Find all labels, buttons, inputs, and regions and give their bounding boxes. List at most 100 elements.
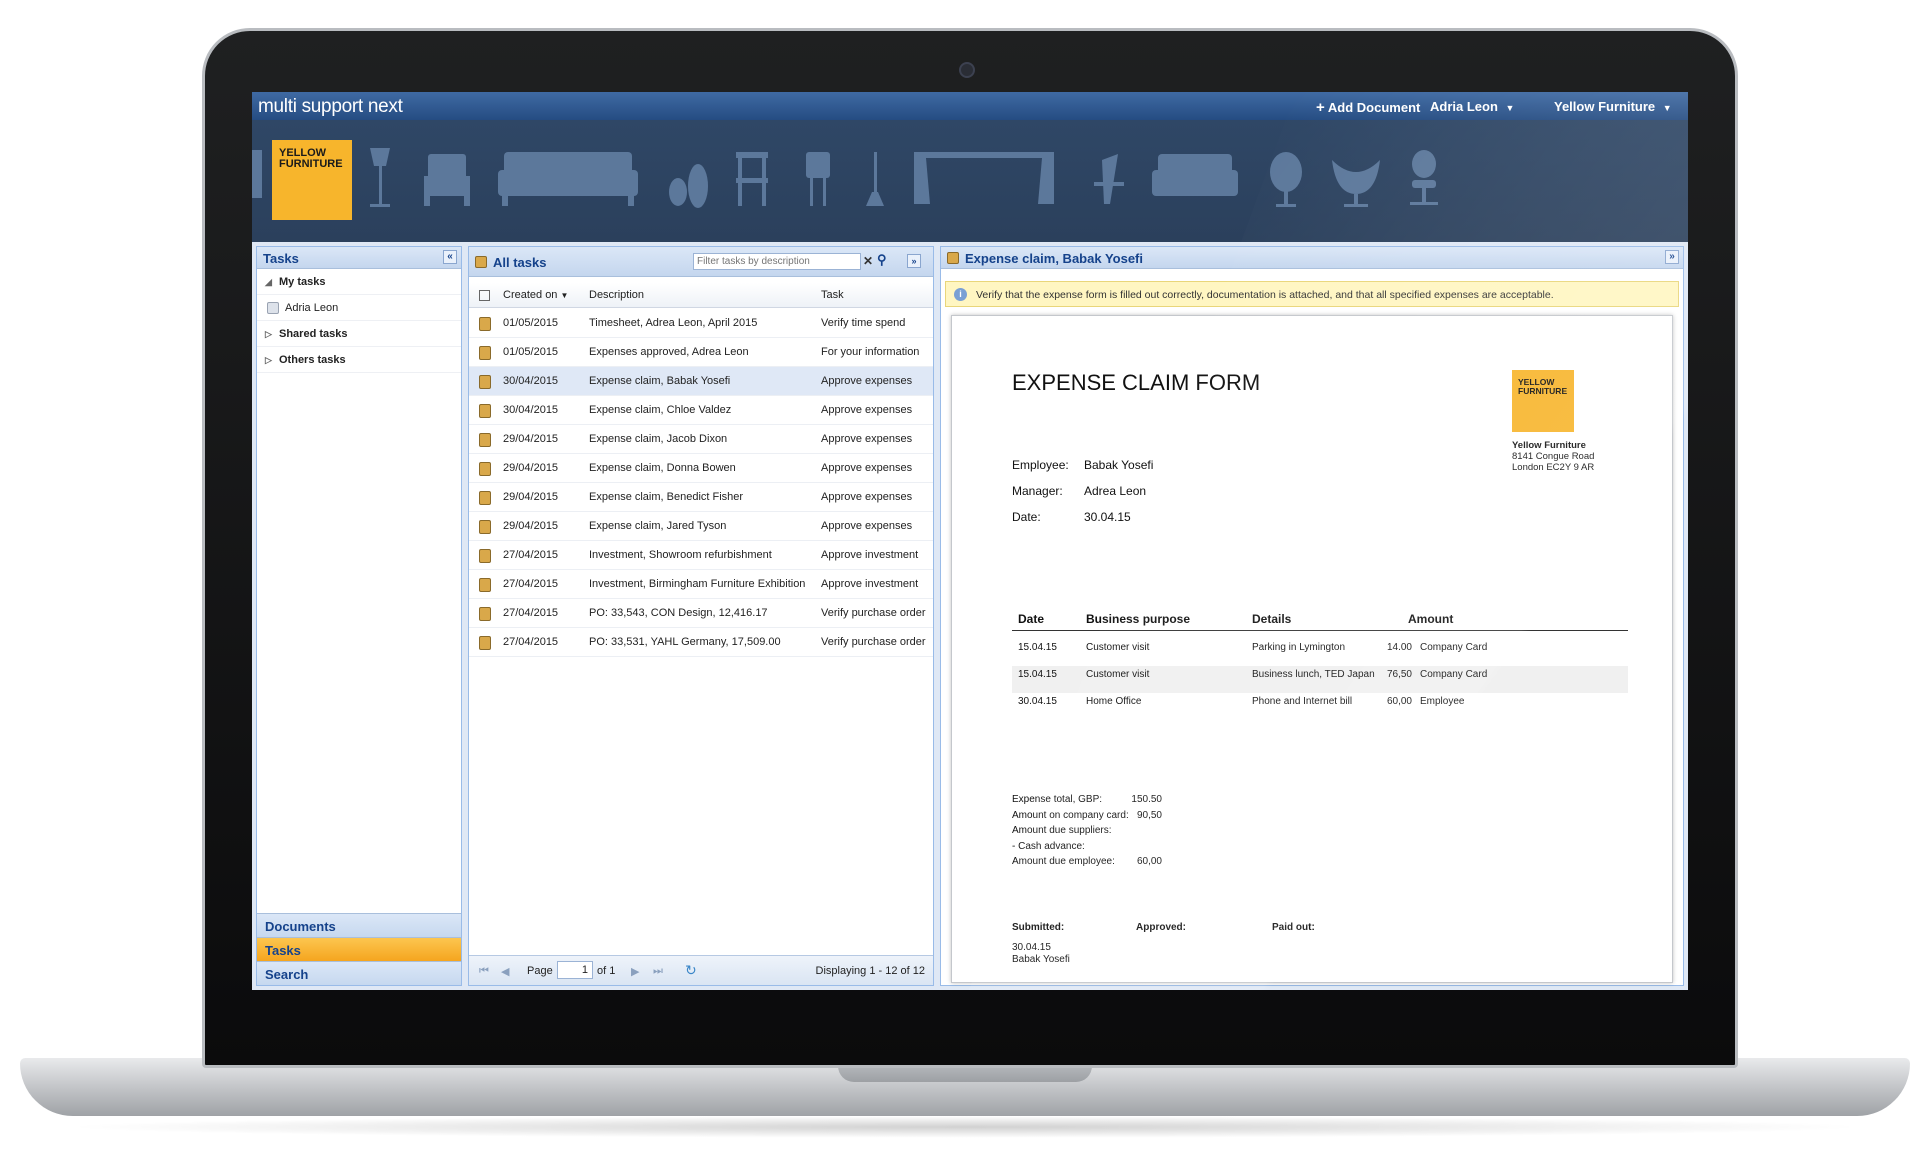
task-date: 29/04/2015 (503, 491, 559, 503)
company-menu[interactable]: Yellow Furniture ▼ (1554, 99, 1672, 114)
task-type: Approve investment (821, 578, 919, 590)
user-menu[interactable]: Adria Leon ▼ (1430, 99, 1514, 114)
add-document-button[interactable]: + Add Document (1316, 99, 1420, 116)
task-date: 29/04/2015 (503, 462, 559, 474)
task-type: Verify purchase order (821, 607, 926, 619)
task-row[interactable]: 27/04/2015 Investment, Showroom refurbish… (469, 541, 933, 570)
company-address-1: 8141 Congue Road (1512, 451, 1595, 462)
expense-details: Business lunch, TED Japan (1252, 669, 1375, 680)
task-document-icon (479, 636, 491, 650)
task-row[interactable]: 27/04/2015 PO: 33,543, CON Design, 12,416… (469, 599, 933, 628)
approved-label: Approved: (1136, 922, 1186, 933)
search-icon[interactable]: ⚲ (877, 252, 887, 268)
task-row[interactable]: 30/04/2015 Expense claim, Babak Yosefi App… (469, 367, 933, 396)
task-row[interactable]: 27/04/2015 PO: 33,531, YAHL Germany, 17,5… (469, 628, 933, 657)
task-date: 27/04/2015 (503, 607, 559, 619)
column-created-on[interactable]: Created on ▼ (503, 289, 568, 301)
next-page-icon[interactable]: ▶ (631, 965, 639, 978)
manager-label: Manager: (1012, 484, 1063, 498)
task-document-icon (479, 491, 491, 505)
task-date: 27/04/2015 (503, 636, 559, 648)
chevron-down-icon: ▼ (1505, 103, 1515, 113)
task-document-icon (479, 317, 491, 331)
page-label: Page (527, 965, 553, 977)
collapse-detail-icon[interactable]: » (1665, 250, 1679, 264)
task-document-icon (479, 549, 491, 563)
task-row[interactable]: 01/05/2015 Timesheet, Adrea Leon, April 2… (469, 309, 933, 338)
task-description: Expense claim, Benedict Fisher (589, 491, 744, 503)
accordion-documents[interactable]: Documents (257, 913, 461, 937)
user-task-icon (267, 302, 279, 314)
task-list-panel: All tasks ✕ ⚲ » Created on ▼ Description… (468, 246, 934, 986)
expense-details: Phone and Internet bill (1252, 696, 1353, 707)
expanded-arrow-icon: ◢ (265, 277, 272, 287)
task-row[interactable]: 01/05/2015 Expenses approved, Adrea Leon F… (469, 338, 933, 367)
expand-options-icon[interactable]: » (907, 254, 921, 268)
task-type: Approve expenses (821, 491, 913, 503)
top-bar: multi support next + Add Document Adria … (252, 92, 1688, 120)
expense-purpose: Home Office (1086, 696, 1142, 707)
collapse-panel-icon[interactable]: « (443, 250, 457, 264)
tree-item-adria-leon[interactable]: Adria Leon (257, 295, 461, 321)
tree-item-shared-tasks[interactable]: ▷ Shared tasks (257, 321, 461, 347)
column-task[interactable]: Task (821, 289, 844, 301)
task-row[interactable]: 29/04/2015 Expense claim, Donna Bowen Appr… (469, 454, 933, 483)
total-label: - Cash advance: (1012, 840, 1085, 852)
task-row[interactable]: 29/04/2015 Expense claim, Benedict Fisher… (469, 483, 933, 512)
notice-text: Verify that the expense form is filled o… (976, 289, 1554, 301)
submitted-date: 30.04.15 (1012, 942, 1051, 953)
task-row[interactable]: 29/04/2015 Expense claim, Jared Tyson Appr… (469, 512, 933, 541)
company-logo-line2: FURNITURE (1518, 386, 1568, 396)
submitted-by: Babak Yosefi (1012, 954, 1070, 965)
employee-label: Employee: (1012, 458, 1069, 472)
date-label: Date: (1012, 510, 1041, 524)
task-list-header: All tasks ✕ ⚲ » (469, 247, 933, 277)
task-date: 01/05/2015 (503, 346, 559, 358)
task-type: Approve expenses (821, 404, 913, 416)
refresh-icon[interactable]: ↻ (685, 962, 697, 979)
task-type: Approve expenses (821, 375, 913, 387)
page-number-input[interactable]: 1 (557, 961, 593, 979)
task-date: 30/04/2015 (503, 375, 559, 387)
expense-date: 30.04.15 (1018, 696, 1057, 707)
task-description: Expenses approved, Adrea Leon (589, 346, 749, 358)
expense-purpose: Customer visit (1086, 669, 1150, 680)
task-description: PO: 33,543, CON Design, 12,416.17 (589, 607, 768, 619)
last-page-icon[interactable]: ⏭ (653, 965, 663, 978)
first-page-icon[interactable]: ⏮ (479, 965, 489, 978)
prev-page-icon[interactable]: ◀ (501, 965, 509, 978)
task-type: For your information (821, 346, 920, 358)
tree-item-label: Adria Leon (285, 302, 339, 314)
task-date: 27/04/2015 (503, 578, 559, 590)
total-label: Amount due suppliers: (1012, 825, 1112, 836)
expense-date: 15.04.15 (1018, 669, 1057, 680)
filter-tasks-input[interactable] (693, 253, 861, 270)
task-document-icon (479, 346, 491, 360)
task-document-icon (479, 462, 491, 476)
task-type: Approve expenses (821, 433, 913, 445)
task-type: Verify time spend (821, 317, 906, 329)
task-row[interactable]: 30/04/2015 Expense claim, Chloe Valdez App… (469, 396, 933, 425)
expense-col-purpose: Business purpose (1086, 612, 1191, 626)
page-total-label: of 1 (597, 965, 616, 977)
tasks-panel-title: Tasks (263, 251, 299, 266)
plus-icon: + (1316, 99, 1325, 116)
tree-item-label: My tasks (279, 276, 326, 288)
tree-item-others-tasks[interactable]: ▷ Others tasks (257, 347, 461, 373)
task-document-icon (479, 578, 491, 592)
clear-filter-icon[interactable]: ✕ (863, 254, 873, 268)
collapsed-arrow-icon: ▷ (265, 355, 272, 365)
accordion-search[interactable]: Search (257, 961, 461, 985)
task-row[interactable]: 27/04/2015 Investment, Birmingham Furnitu… (469, 570, 933, 599)
expense-col-amount: Amount (1408, 612, 1454, 626)
furniture-silhouettes-icon (252, 148, 1438, 208)
column-description[interactable]: Description (589, 289, 644, 301)
accordion-tasks[interactable]: Tasks (257, 937, 461, 961)
task-row[interactable]: 29/04/2015 Expense claim, Jacob Dixon Appr… (469, 425, 933, 454)
add-document-label: Add Document (1327, 100, 1421, 115)
sort-desc-icon: ▼ (560, 291, 569, 300)
company-name: Yellow Furniture (1512, 440, 1586, 451)
tree-item-my-tasks[interactable]: ◢ My tasks (257, 269, 461, 295)
laptop-shadow (60, 1116, 1870, 1138)
task-description: PO: 33,531, YAHL Germany, 17,509.00 (589, 636, 781, 648)
